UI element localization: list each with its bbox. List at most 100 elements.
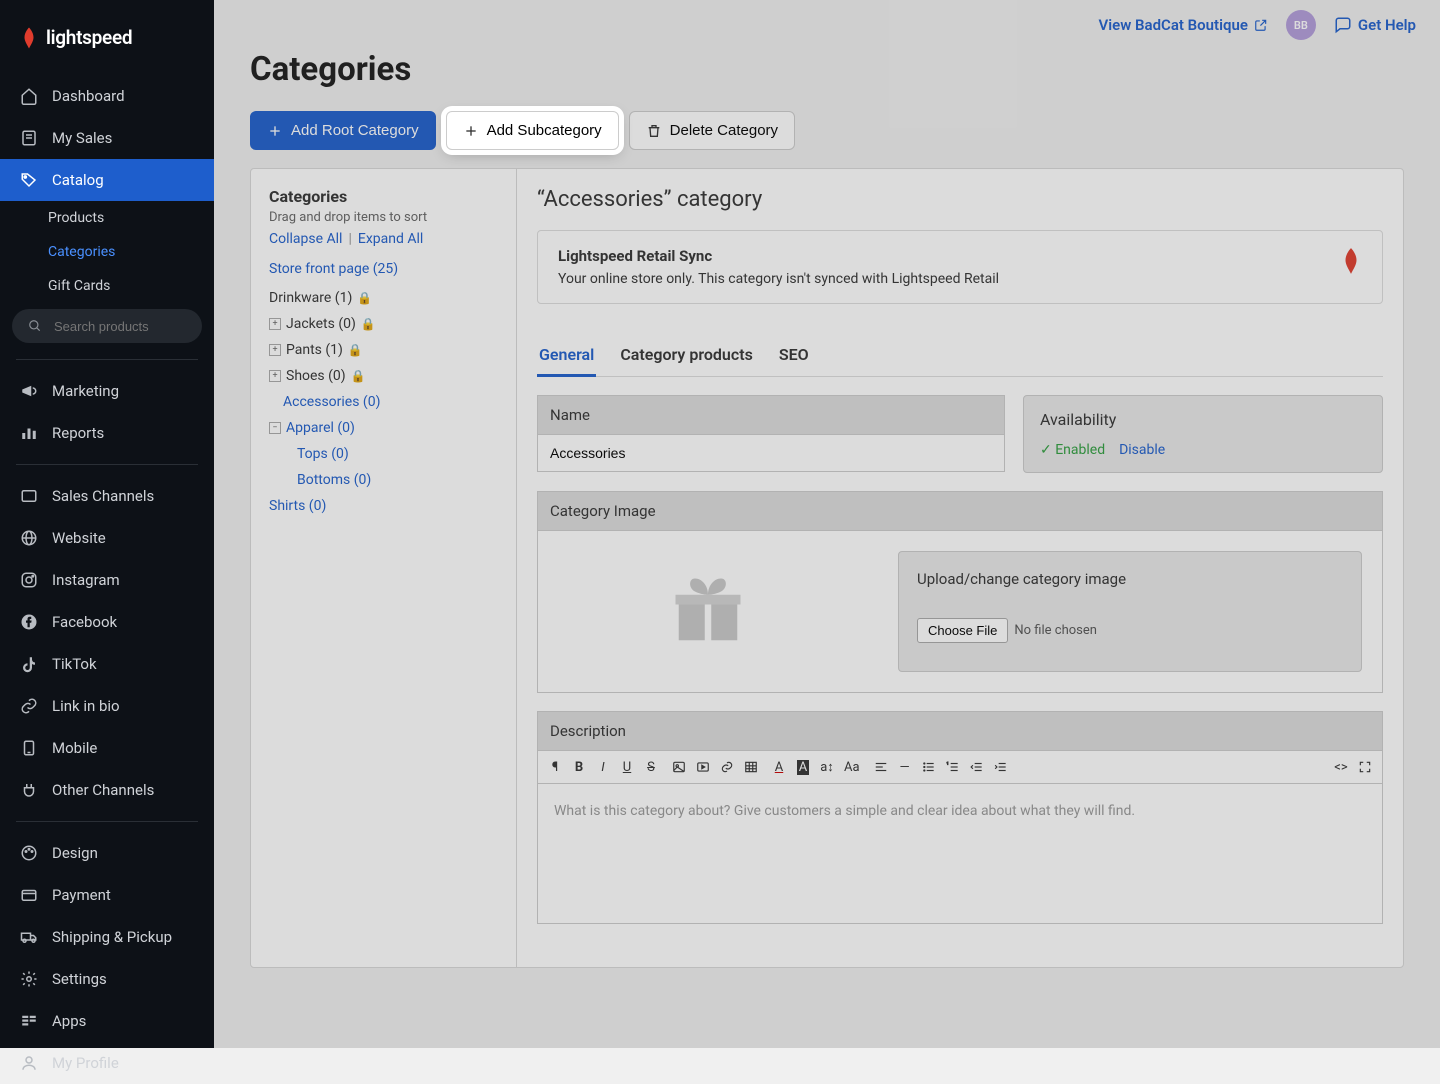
nav-label: Dashboard <box>52 87 125 105</box>
view-store-link[interactable]: View BadCat Boutique <box>1099 16 1268 34</box>
fullscreen-icon[interactable] <box>1358 760 1372 774</box>
tree-item-label: Shirts (0) <box>269 498 326 514</box>
search-box[interactable] <box>12 309 202 343</box>
tiktok-icon <box>20 655 38 673</box>
name-label: Name <box>537 395 1005 434</box>
outdent-icon[interactable] <box>970 760 984 774</box>
nav-products[interactable]: Products <box>48 201 214 235</box>
nav-catalog[interactable]: Catalog <box>0 159 214 201</box>
tree-root-link[interactable]: Store front page (25) <box>269 261 498 277</box>
nav-instagram[interactable]: Instagram <box>0 559 214 601</box>
nav-giftcards[interactable]: Gift Cards <box>48 269 214 303</box>
description-editor[interactable]: What is this category about? Give custom… <box>537 784 1383 924</box>
gift-icon <box>669 572 747 650</box>
video-icon[interactable] <box>696 760 710 774</box>
divider <box>16 821 198 822</box>
indent-icon[interactable] <box>994 760 1008 774</box>
nav-mysales[interactable]: My Sales <box>0 117 214 159</box>
nav-categories[interactable]: Categories <box>48 235 214 269</box>
tree-item-bottoms[interactable]: Bottoms (0) <box>269 467 498 493</box>
table-icon[interactable] <box>744 760 758 774</box>
textcolor-icon[interactable]: A <box>772 760 786 775</box>
case-icon[interactable]: Aa <box>844 760 860 775</box>
bold-icon[interactable]: B <box>572 760 586 775</box>
tree-item-tops[interactable]: Tops (0) <box>269 441 498 467</box>
trash-icon <box>646 123 662 139</box>
tree-item-apparel[interactable]: −Apparel (0) <box>269 415 498 441</box>
tab-general[interactable]: General <box>537 335 596 377</box>
choose-file-button[interactable]: Choose File <box>917 618 1008 643</box>
tab-seo[interactable]: SEO <box>777 335 811 377</box>
button-label: Add Root Category <box>291 122 419 139</box>
availability-box: Availability Enabled Disable <box>1023 395 1383 473</box>
nav-apps[interactable]: Apps <box>0 1000 214 1042</box>
avatar[interactable]: BB <box>1286 10 1316 40</box>
bgcolor-icon[interactable]: A <box>796 760 810 775</box>
nav-label: Design <box>52 844 98 862</box>
fontsize-icon[interactable]: a↕ <box>820 759 834 775</box>
tree-item-shirts[interactable]: Shirts (0) <box>269 493 498 519</box>
underline-icon[interactable]: U <box>620 760 634 775</box>
nav-facebook[interactable]: Facebook <box>0 601 214 643</box>
code-icon[interactable]: <> <box>1334 760 1348 775</box>
nav-design[interactable]: Design <box>0 832 214 874</box>
tab-products[interactable]: Category products <box>618 335 755 377</box>
italic-icon[interactable]: I <box>596 760 610 775</box>
nav-label: Apps <box>52 1012 86 1030</box>
nav-payment[interactable]: Payment <box>0 874 214 916</box>
search-icon <box>26 317 44 335</box>
tree-item-label: Accessories (0) <box>283 394 380 410</box>
tree-item-accessories[interactable]: Accessories (0) <box>269 389 498 415</box>
nav-label: Marketing <box>52 382 119 400</box>
tree-item-drinkware[interactable]: Drinkware (1)🔒 <box>269 285 498 311</box>
lock-icon: 🔒 <box>361 317 376 331</box>
expand-icon[interactable]: + <box>269 370 281 382</box>
nav-label: Other Channels <box>52 781 154 799</box>
collapse-icon[interactable]: − <box>269 422 281 434</box>
expand-icon[interactable]: + <box>269 318 281 330</box>
nav-label: My Profile <box>52 1054 119 1072</box>
expand-icon[interactable]: + <box>269 344 281 356</box>
add-subcategory-button[interactable]: Add Subcategory <box>446 111 619 150</box>
nav-mobile[interactable]: Mobile <box>0 727 214 769</box>
nav-dashboard[interactable]: Dashboard <box>0 75 214 117</box>
hr-icon[interactable]: — <box>898 760 912 775</box>
help-link[interactable]: Get Help <box>1334 16 1416 34</box>
disable-link[interactable]: Disable <box>1119 442 1165 458</box>
align-icon[interactable] <box>874 760 888 774</box>
nav-settings[interactable]: Settings <box>0 958 214 1000</box>
nav-reports[interactable]: Reports <box>0 412 214 454</box>
nav-otherchannels[interactable]: Other Channels <box>0 769 214 811</box>
tree-item-jackets[interactable]: +Jackets (0)🔒 <box>269 311 498 337</box>
paragraph-icon[interactable]: ¶ <box>548 760 562 775</box>
nav-website[interactable]: Website <box>0 517 214 559</box>
editor-toolbar: ¶ B I U S A <box>537 751 1383 784</box>
brand-name: lightspeed <box>46 26 132 49</box>
upload-text: Upload/change category image <box>917 570 1343 588</box>
flame-icon <box>20 27 38 49</box>
strike-icon[interactable]: S <box>644 760 658 775</box>
tree-item-label: Bottoms (0) <box>297 472 371 488</box>
tree-item-pants[interactable]: +Pants (1)🔒 <box>269 337 498 363</box>
collapse-all-link[interactable]: Collapse All <box>269 231 342 247</box>
expand-all-link[interactable]: Expand All <box>358 231 423 247</box>
nav-label: Link in bio <box>52 697 120 715</box>
ulist-icon[interactable] <box>922 760 936 774</box>
tree-item-shoes[interactable]: +Shoes (0)🔒 <box>269 363 498 389</box>
nav-linkinbio[interactable]: Link in bio <box>0 685 214 727</box>
truck-icon <box>20 928 38 946</box>
nav-marketing[interactable]: Marketing <box>0 370 214 412</box>
sidebar: lightspeed Dashboard My Sales Catalog Pr… <box>0 0 214 1048</box>
image-icon[interactable] <box>672 760 686 774</box>
nav-label: Shipping & Pickup <box>52 928 172 946</box>
delete-category-button[interactable]: Delete Category <box>629 111 795 150</box>
nav-saleschannels[interactable]: Sales Channels <box>0 475 214 517</box>
add-root-category-button[interactable]: Add Root Category <box>250 111 436 150</box>
olist-icon[interactable]: 1 <box>946 760 960 774</box>
nav-profile[interactable]: My Profile <box>0 1042 214 1084</box>
nav-shipping[interactable]: Shipping & Pickup <box>0 916 214 958</box>
nav-tiktok[interactable]: TikTok <box>0 643 214 685</box>
name-input[interactable] <box>537 434 1005 472</box>
search-input[interactable] <box>54 319 230 334</box>
link-icon[interactable] <box>720 760 734 774</box>
